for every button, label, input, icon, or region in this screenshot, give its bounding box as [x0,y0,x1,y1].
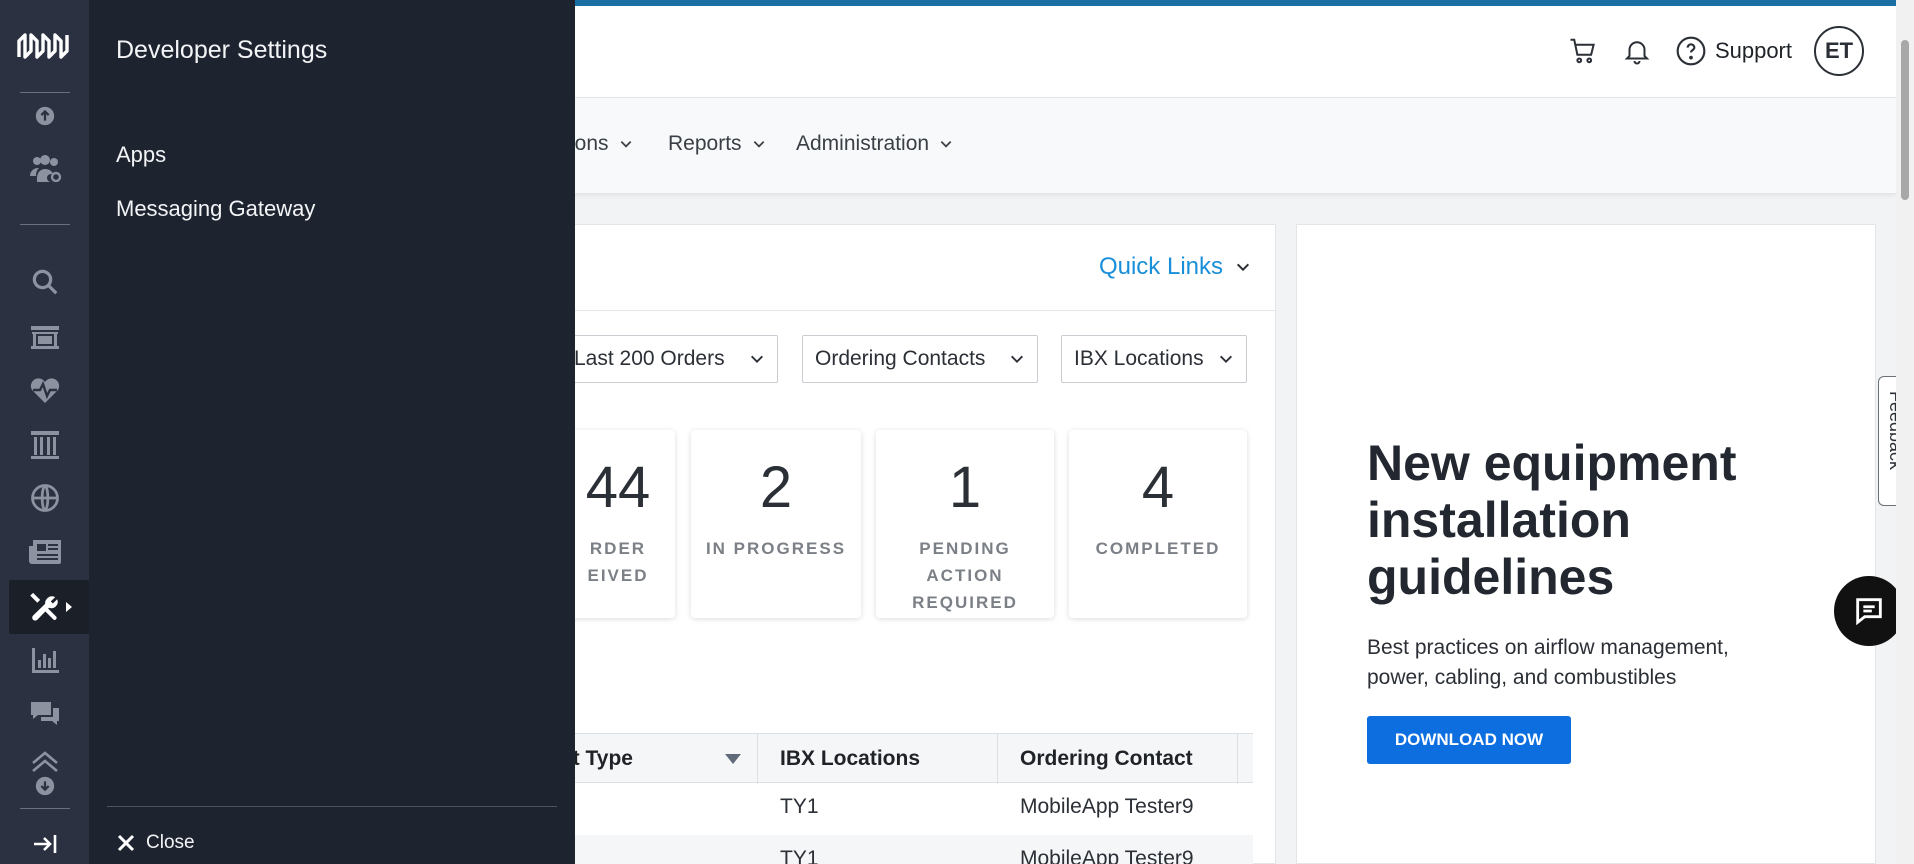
table-row[interactable]: TY1 MobileApp Tester9 [561,783,1253,835]
chevron-down-icon [751,355,763,363]
side-rail [0,0,89,864]
drawer-link-messaging-gateway[interactable]: Messaging Gateway [116,196,315,222]
stat-label: IN PROGRESS [705,539,847,558]
column-header-contact[interactable]: Ordering Contact [998,734,1238,784]
users-settings-icon[interactable] [0,148,89,188]
nav-item-label: Reports [668,132,742,155]
stat-label: PENDING ACTION REQUIRED [912,539,1018,612]
chevron-down-icon [620,141,631,148]
chevron-down-icon [1011,355,1023,363]
chat-icon[interactable] [0,694,89,734]
rail-divider [20,92,70,93]
stat-card-in-progress[interactable]: 2 IN PROGRESS [691,430,861,618]
ordering-contacts-select[interactable]: Ordering Contacts [802,335,1038,383]
quick-links-label: Quick Links [1098,253,1223,280]
chevron-down-icon [1220,355,1232,363]
globe-icon[interactable] [0,478,89,518]
nav-item-label: Administration [796,132,930,155]
select-value: Last 200 Orders [574,347,725,370]
page-scrollbar[interactable] [1896,0,1914,864]
help-icon [1676,36,1706,66]
orders-panel-header: Quick Links [561,225,1275,311]
avatar[interactable]: ET [1814,26,1864,76]
drawer-close-button[interactable]: Close [116,832,195,854]
drawer-title: Developer Settings [116,36,328,64]
developer-settings-drawer: Developer Settings Apps Messaging Gatewa… [89,0,575,864]
nav-item-reports[interactable]: Reports [668,132,766,156]
cell-contact: MobileApp Tester9 [1020,847,1194,864]
cell-contact: MobileApp Tester9 [1020,795,1194,818]
cell-ibx: TY1 [780,795,819,818]
support-link[interactable]: Support [1675,35,1792,67]
orders-panel: Quick Links Last 200 Orders Ordering Con… [560,224,1276,864]
chat-launcher-button[interactable] [1834,576,1904,646]
close-icon [117,834,135,852]
tools-icon[interactable] [9,580,89,634]
stat-value: 44 [585,455,651,520]
column-header-ibx[interactable]: IBX Locations [758,734,998,784]
orders-table: et Type IBX Locations Ordering Contact T… [561,733,1253,864]
select-value: Ordering Contacts [815,347,986,370]
promo-panel: New equipment installation guidelines Be… [1296,224,1876,864]
health-icon[interactable] [0,370,89,410]
stat-value: 4 [1141,455,1175,520]
bell-icon[interactable] [1621,35,1653,67]
promo-subtitle: Best practices on airflow management, po… [1367,636,1729,689]
stat-card-pending[interactable]: 1 PENDING ACTION REQUIRED [876,430,1054,618]
drawer-divider [107,806,557,807]
header-actions: Support ET [1567,26,1864,76]
orders-range-select[interactable]: Last 200 Orders [561,335,778,383]
table-header: et Type IBX Locations Ordering Contact [561,733,1253,784]
chevron-down-icon [1236,263,1250,272]
stat-card-completed[interactable]: 4 COMPLETED [1069,430,1247,618]
select-value: IBX Locations [1074,347,1204,370]
sort-down-icon [725,754,741,764]
stat-label: COMPLETED [1095,539,1221,558]
chevron-down-icon [940,141,952,148]
rail-divider [20,808,70,809]
nav-item-administration[interactable]: Administration [796,132,953,156]
rail-divider [20,224,70,225]
quick-links-dropdown[interactable]: Quick Links [1099,253,1251,281]
stat-value: 2 [759,455,793,520]
cell-ibx: TY1 [780,847,819,864]
chart-icon[interactable] [0,640,89,680]
scrollbar-thumb[interactable] [1901,40,1909,200]
caret-right-icon [66,602,72,612]
logo-icon[interactable] [0,24,89,68]
ibx-locations-select[interactable]: IBX Locations [1061,335,1247,383]
columns-icon[interactable] [0,424,89,464]
stat-card-received[interactable]: 44 RDER EIVED [561,430,675,618]
stat-label: RDER EIVED [587,539,649,585]
download-icon[interactable] [0,768,89,804]
search-icon[interactable] [0,262,89,302]
drawer-link-apps[interactable]: Apps [116,142,166,168]
stat-value: 1 [948,455,982,520]
cart-icon[interactable] [1567,35,1599,67]
promo-title: New equipment installation guidelines [1367,435,1737,605]
column-header-type[interactable]: et Type [561,734,758,784]
nav-item-applications[interactable]: ions [570,132,633,156]
nav-item-label: ions [570,132,609,155]
download-now-button[interactable]: DOWNLOAD NOW [1367,716,1571,764]
news-icon[interactable] [0,532,89,572]
upload-icon[interactable] [0,98,89,134]
close-label: Close [146,832,195,853]
table-row[interactable]: TY1 MobileApp Tester9 [561,835,1253,864]
support-label: Support [1714,38,1792,63]
chat-bubble-icon [1856,598,1882,626]
chevron-down-icon [753,141,764,148]
store-icon[interactable] [0,316,89,356]
logout-icon[interactable] [0,826,89,862]
